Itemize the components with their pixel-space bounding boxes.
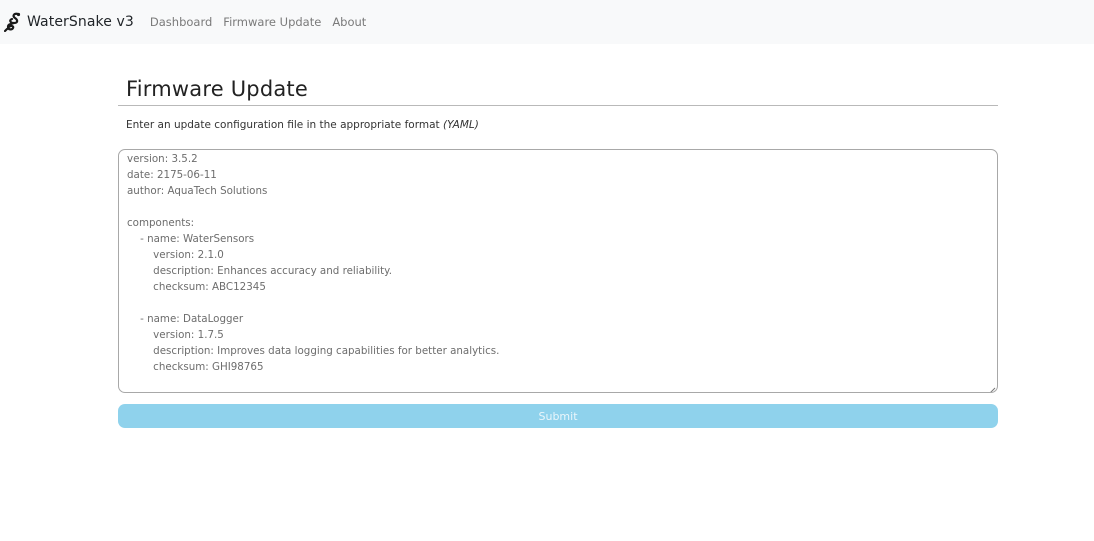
nav-link-about[interactable]: About bbox=[332, 15, 366, 29]
top-navbar: WaterSnake v3 Dashboard Firmware Update … bbox=[0, 0, 1094, 44]
brand-name: WaterSnake v3 bbox=[27, 14, 134, 30]
brand-link[interactable]: WaterSnake v3 bbox=[3, 12, 134, 33]
instructions-text: Enter an update configuration file in th… bbox=[118, 106, 998, 131]
config-textarea[interactable]: version: 3.5.2 date: 2175-06-11 author: … bbox=[118, 149, 998, 393]
submit-button[interactable]: Submit bbox=[118, 404, 998, 428]
page-title: Firmware Update bbox=[126, 77, 308, 101]
nav-link-dashboard[interactable]: Dashboard bbox=[150, 15, 212, 29]
config-textarea-value[interactable]: version: 3.5.2 date: 2175-06-11 author: … bbox=[119, 150, 997, 375]
main-content: Firmware Update Enter an update configur… bbox=[118, 44, 998, 428]
instructions-label: Enter an update configuration file in th… bbox=[126, 119, 443, 131]
snake-icon bbox=[3, 12, 22, 33]
resize-grip-icon[interactable] bbox=[986, 381, 996, 392]
format-hint: (YAML) bbox=[442, 119, 479, 131]
nav-link-firmware-update[interactable]: Firmware Update bbox=[223, 15, 321, 29]
